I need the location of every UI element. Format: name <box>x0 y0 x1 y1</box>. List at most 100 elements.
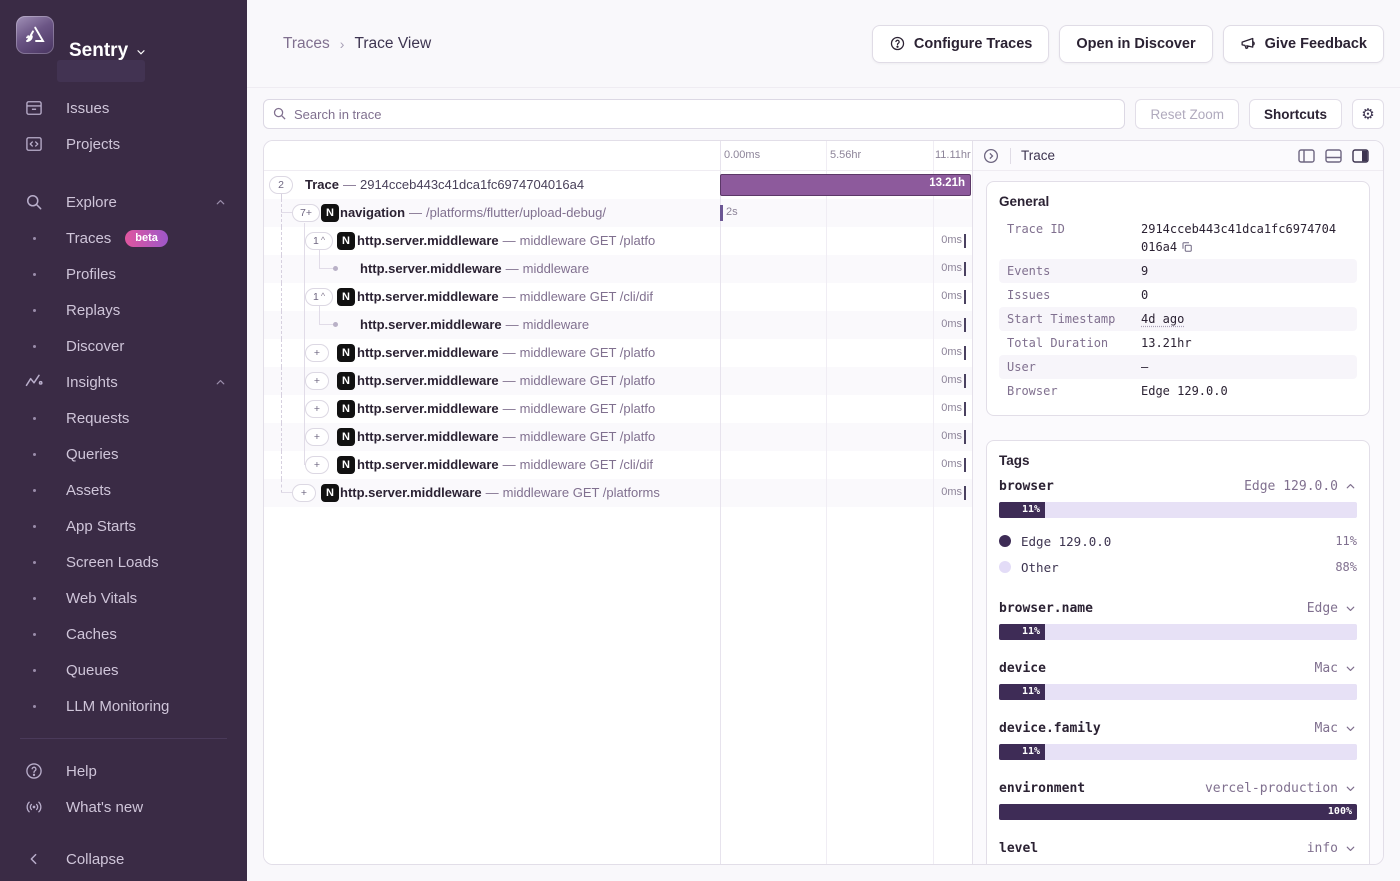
span-row[interactable]: +Nhttp.server.middleware—middleware GET … <box>264 395 972 423</box>
breadcrumb-traces[interactable]: Traces <box>283 35 330 53</box>
span-description: http.server.middleware—middleware GET /p… <box>264 339 720 367</box>
trace-drawer: Trace General <box>972 141 1383 864</box>
general-value-text: — <box>1141 360 1148 374</box>
panel-bottom-icon[interactable] <box>1325 149 1342 163</box>
reset-zoom-button[interactable]: Reset Zoom <box>1135 99 1239 129</box>
sidebar-item-queues[interactable]: Queues <box>0 652 247 688</box>
open-in-discover-button[interactable]: Open in Discover <box>1059 25 1212 63</box>
sidebar-nav: IssuesProjects Explore Tracesbeta Profiles R… <box>0 90 247 877</box>
sidebar-item-discover[interactable]: Discover <box>0 328 247 364</box>
timeline-tick-label: 0.00ms <box>724 149 760 161</box>
sidebar-item-issues[interactable]: Issues <box>0 90 247 126</box>
sidebar-item-label: Help <box>66 763 97 780</box>
timeline-header: 0.00ms5.56hr11.11hr <box>264 141 972 171</box>
give-feedback-button[interactable]: Give Feedback <box>1223 25 1384 63</box>
tag-distribution-bar[interactable]: 11% <box>999 502 1357 518</box>
span-row[interactable]: +Nhttp.server.middleware—middleware GET … <box>264 367 972 395</box>
sidebar-item-projects[interactable]: Projects <box>0 126 247 162</box>
sidebar-item-requests[interactable]: Requests <box>0 400 247 436</box>
tag-bar-segment: 11% <box>999 502 1045 518</box>
panel-left-icon[interactable] <box>1298 149 1315 163</box>
sidebar-item-web-vitals[interactable]: Web Vitals <box>0 580 247 616</box>
span-row[interactable]: +Nhttp.server.middleware—middleware GET … <box>264 423 972 451</box>
sidebar-item-help[interactable]: Help <box>0 753 247 789</box>
sidebar-item-screen-loads[interactable]: Screen Loads <box>0 544 247 580</box>
beta-badge: beta <box>125 230 168 247</box>
tag-value-toggle[interactable]: Mac <box>1315 721 1357 736</box>
org-switcher[interactable]: Sentry <box>0 14 247 80</box>
panel-right-icon[interactable] <box>1352 149 1369 163</box>
sidebar-collapse-button[interactable]: Collapse <box>0 841 247 877</box>
sidebar: Sentry IssuesProjects Explore Tracesbeta Pr… <box>0 0 247 881</box>
general-row: Events9 <box>999 259 1357 283</box>
bullet-icon <box>24 417 44 420</box>
tag-distribution-bar[interactable]: 11% <box>999 684 1357 700</box>
tag-legend-row[interactable]: Edge 129.0.011% <box>999 528 1357 554</box>
span-row[interactable]: +Nhttp.server.middleware—middleware GET … <box>264 339 972 367</box>
shortcuts-button[interactable]: Shortcuts <box>1249 99 1342 129</box>
bullet-icon <box>24 525 44 528</box>
sidebar-item-label: Queues <box>66 662 119 679</box>
sidebar-item-app-starts[interactable]: App Starts <box>0 508 247 544</box>
sidebar-item-queries[interactable]: Queries <box>0 436 247 472</box>
sidebar-item-label: Profiles <box>66 266 116 283</box>
sidebar-item-replays[interactable]: Replays <box>0 292 247 328</box>
sidebar-item-label: App Starts <box>66 518 136 535</box>
page-header: Traces › Trace View Configure TracesOpen… <box>247 0 1400 88</box>
tag-value-toggle[interactable]: Edge 129.0.0 <box>1244 479 1357 494</box>
general-value-text[interactable]: 4d ago <box>1141 312 1184 326</box>
span-row[interactable]: http.server.middleware—middleware0ms <box>264 255 972 283</box>
sidebar-section-explore[interactable]: Explore <box>0 184 247 220</box>
sidebar-item-label: Web Vitals <box>66 590 137 607</box>
bullet-icon <box>24 561 44 564</box>
tag-legend-row[interactable]: Other88% <box>999 554 1357 580</box>
span-row[interactable]: 1^Nhttp.server.middleware—middleware GET… <box>264 283 972 311</box>
configure-traces-button[interactable]: Configure Traces <box>872 25 1049 63</box>
tag-value-toggle[interactable]: info <box>1307 841 1357 856</box>
span-op: http.server.middleware <box>360 317 502 332</box>
copy-icon[interactable] <box>1181 241 1193 253</box>
span-desc: middleware GET /cli/dif <box>520 289 653 304</box>
span-duration: 0ms <box>941 486 962 498</box>
button-label: Open in Discover <box>1076 36 1195 52</box>
trace-row[interactable]: 2Trace—2914cceb443c41dca1fc6974704016a41… <box>264 171 972 199</box>
bullet-icon <box>24 453 44 456</box>
trace-duration-bar[interactable]: 13.21h <box>720 174 971 196</box>
tag-value-toggle[interactable]: Edge <box>1307 601 1357 616</box>
sidebar-item-assets[interactable]: Assets <box>0 472 247 508</box>
header-actions: Configure Traces Open in Discover Give Fee… <box>872 25 1384 63</box>
sidebar-section-label: Explore <box>66 194 117 211</box>
sidebar-item-profiles[interactable]: Profiles <box>0 256 247 292</box>
span-row[interactable]: 1^Nhttp.server.middleware—middleware GET… <box>264 227 972 255</box>
span-row[interactable]: +Nhttp.server.middleware—middleware GET … <box>264 451 972 479</box>
sidebar-item-whats-new[interactable]: What's new <box>0 789 247 825</box>
span-desc: /platforms/flutter/upload-debug/ <box>426 205 606 220</box>
tag-distribution-bar[interactable]: 11% <box>999 624 1357 640</box>
span-op: http.server.middleware <box>360 261 502 276</box>
span-description: http.server.middleware—middleware GET /p… <box>264 227 720 255</box>
general-value: 9 <box>1141 262 1148 280</box>
search-input[interactable] <box>263 99 1125 129</box>
sidebar-section-insights[interactable]: Insights <box>0 364 247 400</box>
span-row[interactable]: http.server.middleware—middleware0ms <box>264 311 972 339</box>
drawer-layout-controls <box>1298 149 1369 163</box>
sidebar-item-llm-monitoring[interactable]: LLM Monitoring <box>0 688 247 724</box>
span-desc: middleware GET /platfo <box>520 373 656 388</box>
span-op: http.server.middleware <box>357 233 499 248</box>
tag-value-toggle[interactable]: Mac <box>1315 661 1357 676</box>
span-row[interactable]: 7+Nnavigation—/platforms/flutter/upload-… <box>264 199 972 227</box>
span-bar-tick <box>964 234 966 248</box>
expand-drawer-icon[interactable] <box>982 147 1000 165</box>
tag-distribution-bar[interactable]: 11% <box>999 744 1357 760</box>
span-description: http.server.middleware—middleware GET /c… <box>264 283 720 311</box>
sidebar-item-traces[interactable]: Tracesbeta <box>0 220 247 256</box>
span-bar-tick <box>720 205 723 221</box>
legend-swatch <box>999 561 1011 573</box>
sidebar-item-caches[interactable]: Caches <box>0 616 247 652</box>
tag-value-toggle[interactable]: vercel-production <box>1205 781 1357 796</box>
general-value-text: 9 <box>1141 264 1148 278</box>
span-duration: 0ms <box>941 290 962 302</box>
tag-distribution-bar[interactable]: 100% <box>999 804 1357 820</box>
span-row[interactable]: +Nhttp.server.middleware—middleware GET … <box>264 479 972 507</box>
gear-icon[interactable]: ⚙ <box>1352 99 1384 129</box>
